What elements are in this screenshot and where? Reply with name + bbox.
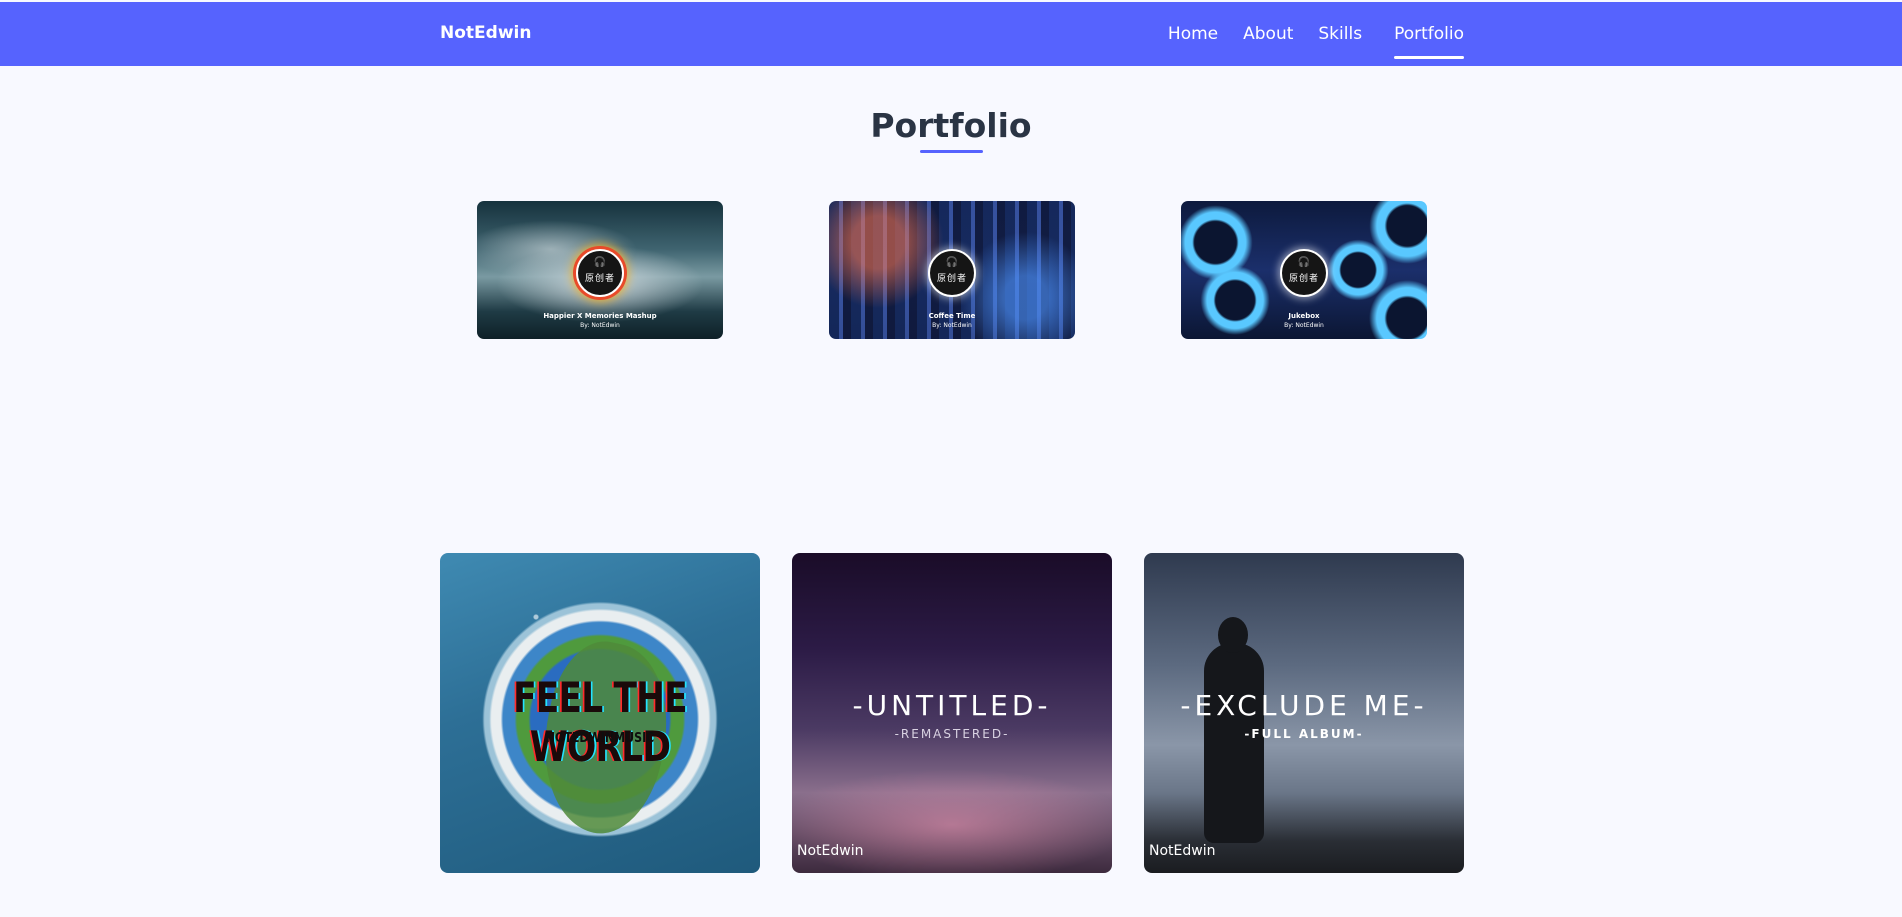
album-card-untitled[interactable]: -UNTITLED- -REMASTERED- NotEdwin — [792, 553, 1112, 873]
video-author: By: NotEdwin — [932, 322, 972, 329]
video-title: Coffee Time — [928, 312, 976, 320]
nav-link-portfolio[interactable]: Portfolio — [1394, 2, 1464, 66]
nav-links: Home About Skills Portfolio — [1168, 2, 1464, 66]
video-title: Happier X Memories Mashup — [543, 312, 657, 320]
person-silhouette — [1204, 617, 1264, 843]
album-card-exclude-me[interactable]: -EXCLUDE ME- -FULL ALBUM- NotEdwin — [1144, 553, 1464, 873]
top-navbar: NotEdwin Home About Skills Portfolio — [0, 2, 1902, 66]
brand-link[interactable]: NotEdwin — [440, 23, 531, 43]
badge-text: 原创者 — [936, 274, 967, 284]
badge-disc: 🎧 原创者 — [928, 249, 976, 297]
navbar-container: NotEdwin Home About Skills Portfolio — [440, 2, 1464, 66]
title-underline — [920, 150, 983, 153]
album-subtitle: NOTEDWINMUSIC — [545, 731, 655, 746]
badge-disc: 🎧 原创者 — [576, 249, 624, 297]
nav-link-home[interactable]: Home — [1168, 2, 1218, 66]
headphones-icon: 🎧 — [593, 257, 607, 268]
page-title: Portfolio — [870, 106, 1032, 145]
headphones-icon: 🎧 — [1297, 257, 1311, 268]
video-card-jukebox[interactable]: 🎧 原创者 Jukebox By: NotEdwin — [1181, 201, 1427, 339]
album-title: -EXCLUDE ME- — [1180, 689, 1428, 722]
badge-disc: 🎧 原创者 — [1280, 249, 1328, 297]
video-card-coffee-time[interactable]: 🎧 原创者 Coffee Time By: NotEdwin — [829, 201, 1075, 339]
video-author: By: NotEdwin — [1284, 322, 1324, 329]
nav-link-skills[interactable]: Skills — [1318, 2, 1362, 66]
album-credit: NotEdwin — [797, 843, 864, 859]
album-subtitle: -FULL ALBUM- — [1244, 727, 1364, 741]
video-author: By: NotEdwin — [580, 322, 620, 329]
nav-link-about[interactable]: About — [1243, 2, 1293, 66]
badge-text: 原创者 — [584, 274, 615, 284]
headphones-icon: 🎧 — [945, 257, 959, 268]
badge-text: 原创者 — [1288, 274, 1319, 284]
album-card-feel-the-world[interactable]: FEEL THE WORLD NOTEDWINMUSIC — [440, 553, 760, 873]
album-credit: NotEdwin — [1149, 843, 1216, 859]
album-subtitle: -REMASTERED- — [894, 727, 1010, 741]
video-card-happier[interactable]: 🎧 原创者 Happier X Memories Mashup By: NotE… — [477, 201, 723, 339]
album-title: FEEL THE WORLD — [513, 673, 688, 771]
album-title: -UNTITLED- — [852, 689, 1052, 722]
video-title: Jukebox — [1288, 312, 1320, 320]
